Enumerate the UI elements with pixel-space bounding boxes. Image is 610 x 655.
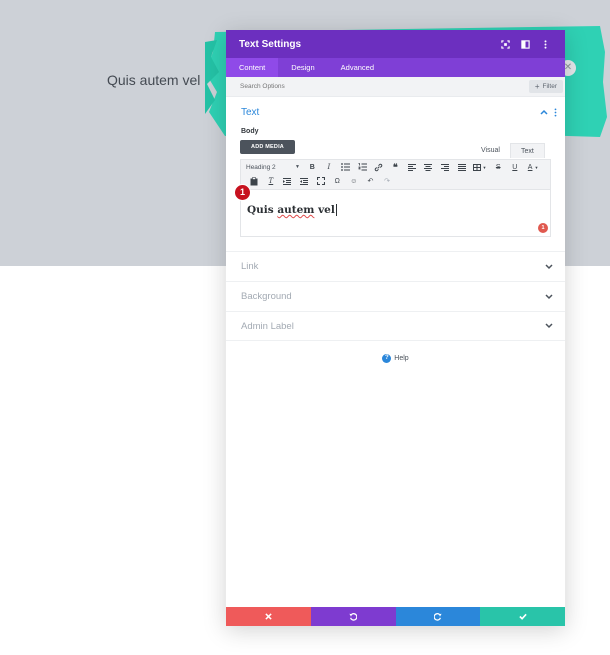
special-char-icon[interactable]: Ω	[329, 174, 346, 188]
text-cursor	[335, 204, 337, 216]
more-options-icon[interactable]	[536, 35, 554, 53]
question-icon: ?	[382, 354, 392, 363]
body-label: Body	[241, 128, 259, 135]
text-settings-modal: Text Settings Content Design Advanced + …	[226, 30, 565, 626]
emoji-icon[interactable]: ☺	[346, 174, 363, 188]
accordion-admin-label[interactable]: Admin Label	[226, 311, 565, 341]
tab-text[interactable]: Text	[509, 143, 545, 158]
tab-design[interactable]: Design	[278, 58, 327, 77]
save-button[interactable]	[480, 607, 565, 626]
redo-button[interactable]	[395, 607, 481, 626]
align-right-icon[interactable]	[437, 160, 454, 174]
editor-content[interactable]: Quis autem vel	[247, 204, 337, 216]
help-label: Help	[394, 355, 409, 362]
strikethrough-icon[interactable]: S	[490, 160, 507, 174]
align-left-icon[interactable]	[404, 160, 421, 174]
underline-icon[interactable]: U	[507, 160, 524, 174]
table-icon[interactable]: ▼	[470, 160, 490, 174]
close-icon	[265, 613, 272, 620]
modal-header: Text Settings	[226, 30, 565, 58]
step-marker: 1	[234, 184, 251, 201]
editor-word: vel	[318, 204, 335, 216]
text-editor[interactable]: Quis autem vel 1	[240, 189, 551, 237]
text-color-icon[interactable]: A ▼	[523, 160, 543, 174]
undo-button[interactable]	[310, 607, 396, 626]
split-view-icon[interactable]	[516, 35, 534, 53]
accordion-background[interactable]: Background	[226, 281, 565, 311]
filter-button[interactable]: + Filter	[528, 80, 563, 93]
add-media-button[interactable]: ADD MEDIA	[240, 140, 295, 154]
modal-title: Text Settings	[239, 38, 302, 50]
link-icon[interactable]	[370, 160, 387, 174]
accordion-title: Background	[241, 291, 292, 302]
modal-footer	[226, 607, 565, 626]
format-select[interactable]: Heading 2 ▼	[246, 164, 304, 171]
check-icon	[518, 613, 527, 620]
misspelled-word: autem	[277, 204, 315, 216]
chevron-up-icon[interactable]	[540, 109, 548, 115]
undo-icon	[349, 612, 358, 621]
tab-content[interactable]: Content	[226, 58, 279, 77]
settings-tabs: Content Design Advanced	[226, 58, 565, 77]
chevron-down-icon	[545, 293, 553, 299]
format-select-value: Heading 2	[246, 163, 276, 171]
quote-icon[interactable]: ❝	[387, 160, 404, 174]
plus-icon: +	[534, 81, 540, 91]
help-link[interactable]: ? Help	[226, 354, 565, 363]
chevron-down-icon	[545, 263, 553, 269]
outdent-icon[interactable]	[296, 174, 313, 188]
editor-toolbar: Heading 2 ▼ B I ❝ ▼ S U A ▼ T Ω ☺ ↶ ↷	[240, 159, 551, 189]
tab-visual[interactable]: Visual	[471, 143, 510, 158]
tab-advanced[interactable]: Advanced	[328, 58, 387, 77]
italic-icon[interactable]: I	[321, 160, 338, 174]
filter-label: Filter	[542, 83, 557, 90]
editor-mode-tabs: Visual Text	[471, 143, 545, 158]
redo-icon	[433, 612, 442, 621]
page-heading: Quis autem vel	[107, 72, 201, 88]
fullscreen-editor-icon[interactable]	[312, 174, 329, 188]
notification-badge: 1	[538, 223, 548, 233]
indent-icon[interactable]	[279, 174, 296, 188]
search-input[interactable]	[240, 83, 529, 90]
redo-icon[interactable]: ↷	[379, 174, 396, 188]
cancel-button[interactable]	[226, 607, 311, 626]
clear-format-icon[interactable]: T	[263, 174, 280, 188]
align-justify-icon[interactable]	[453, 160, 470, 174]
text-section-header[interactable]: Text	[226, 97, 565, 127]
accordion-title: Admin Label	[241, 320, 294, 332]
align-center-icon[interactable]	[420, 160, 437, 174]
accordion-title: Link	[241, 261, 259, 272]
accordion-link[interactable]: Link	[226, 251, 565, 281]
bullet-list-icon[interactable]	[337, 160, 354, 174]
bold-icon[interactable]: B	[304, 160, 321, 174]
numbered-list-icon[interactable]	[354, 160, 371, 174]
editor-word: Quis	[247, 204, 274, 216]
search-bar: + Filter	[226, 77, 565, 97]
chevron-down-icon	[545, 323, 553, 329]
undo-icon[interactable]: ↶	[362, 174, 379, 188]
more-options-icon[interactable]	[554, 107, 557, 117]
fullscreen-icon[interactable]	[496, 35, 514, 53]
section-title: Text	[241, 106, 260, 118]
caret-down-icon: ▼	[295, 163, 300, 170]
